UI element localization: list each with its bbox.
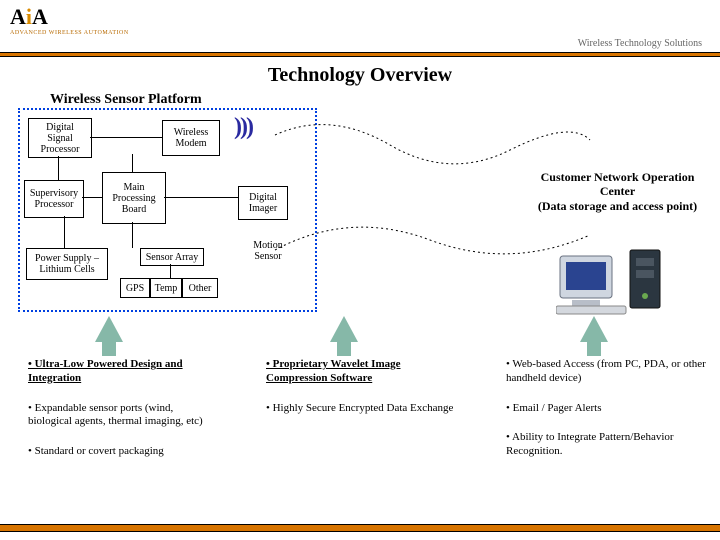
block-main-board: Main Processing Board — [102, 172, 166, 224]
brand-logo: AiA — [10, 4, 48, 30]
bullets-col2: • Proprietary Wavelet Image Compression … — [266, 358, 456, 431]
arrow-up-icon — [580, 316, 608, 342]
bullet: • Ultra-Low Powered Design and Integrati… — [28, 358, 183, 384]
header-right: Wireless Technology Solutions — [578, 38, 702, 49]
bullet: • Highly Secure Encrypted Data Exchange — [266, 402, 456, 416]
arrow-up-icon — [95, 316, 123, 342]
platform-header: Wireless Sensor Platform — [50, 92, 202, 108]
block-imager: Digital Imager — [238, 186, 288, 220]
wireless-icon: ))) — [234, 114, 252, 141]
arrow-up-icon — [330, 316, 358, 342]
line — [132, 154, 133, 172]
line — [164, 197, 238, 198]
arrow-stem — [102, 340, 116, 356]
cnoc-label: Customer Network Operation Center (Data … — [530, 170, 705, 213]
slide: AiA ADVANCED WIRELESS AUTOMATION Wireles… — [0, 0, 720, 540]
bullet: • Ability to Integrate Pattern/Behavior … — [506, 431, 706, 459]
bullet: • Web-based Access (from PC, PDA, or oth… — [506, 358, 706, 386]
block-temp: Temp — [150, 278, 182, 298]
block-power: Power Supply – Lithium Cells — [26, 248, 108, 280]
block-modem: Wireless Modem — [162, 120, 220, 156]
line — [82, 197, 102, 198]
block-motion: Motion Sensor — [246, 240, 290, 270]
header-stripe — [0, 52, 720, 57]
logo-a1: A — [10, 4, 26, 29]
bullet: • Standard or covert packaging — [28, 445, 218, 459]
arrow-stem — [337, 340, 351, 356]
bullets-col1: • Ultra-Low Powered Design and Integrati… — [28, 358, 218, 475]
line — [64, 216, 65, 248]
line — [58, 156, 59, 180]
computer-icon — [556, 246, 676, 316]
block-other: Other — [182, 278, 218, 298]
block-gps: GPS — [120, 278, 150, 298]
bullet: • Proprietary Wavelet Image Compression … — [266, 358, 401, 384]
brand-subtext: ADVANCED WIRELESS AUTOMATION — [10, 30, 129, 36]
block-dsp: Digital Signal Processor — [28, 118, 92, 158]
block-supervisory: Supervisory Processor — [24, 180, 84, 218]
bullet: • Email / Pager Alerts — [506, 402, 706, 416]
bullets-col3: • Web-based Access (from PC, PDA, or oth… — [506, 358, 706, 475]
block-sensor-array: Sensor Array — [140, 248, 204, 266]
footer-stripe — [0, 524, 720, 532]
line — [90, 137, 162, 138]
logo-a2: A — [32, 4, 48, 29]
page-title: Technology Overview — [0, 64, 720, 87]
arrow-stem — [587, 340, 601, 356]
line — [170, 264, 171, 278]
line — [132, 222, 133, 248]
bullet: • Expandable sensor ports (wind, biologi… — [28, 402, 218, 430]
